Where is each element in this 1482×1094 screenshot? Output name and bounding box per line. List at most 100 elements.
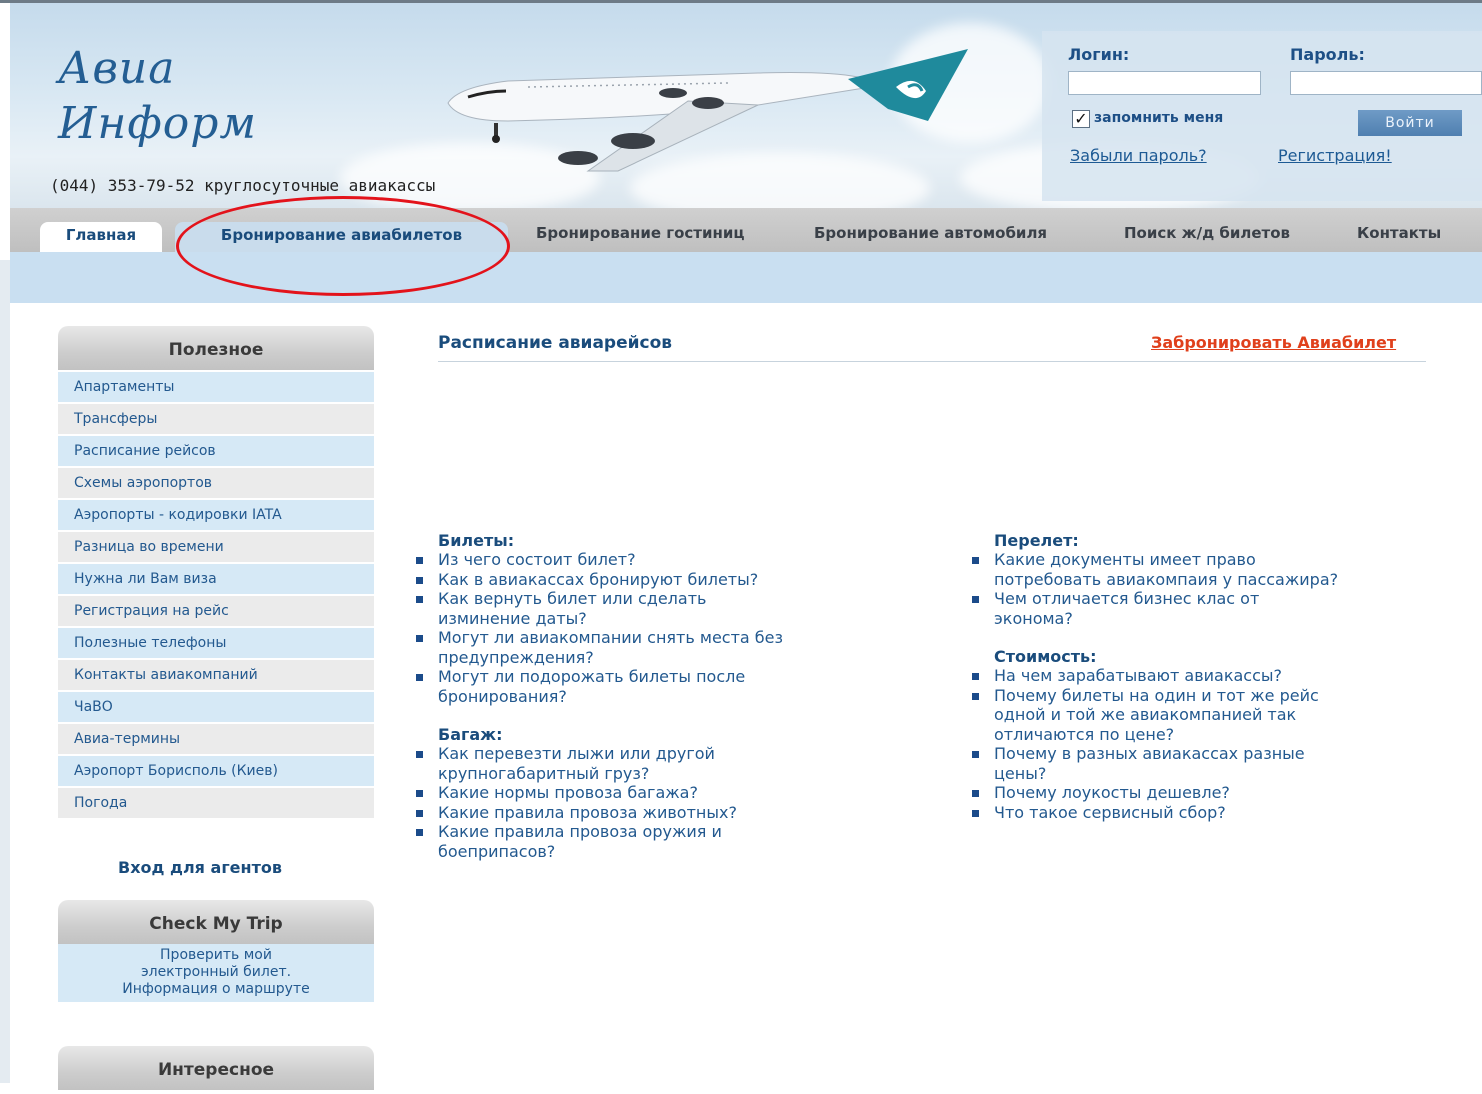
square-bullet-icon (416, 809, 423, 817)
square-bullet-icon (416, 635, 423, 642)
sidebar-useful-header: Полезное (58, 326, 374, 370)
faq-item[interactable]: Какие нормы провоза багажа? (416, 783, 908, 803)
sidebar-item-borispol-airport[interactable]: Аэропорт Борисполь (Киев) (58, 756, 374, 786)
page-title: Расписание авиарейсов (438, 333, 673, 353)
square-bullet-icon (972, 790, 979, 797)
nav-train-tickets[interactable]: Поиск ж/д билетов (1124, 224, 1290, 242)
remember-label: запомнить меня (1094, 110, 1224, 126)
faq-item-text: Могут ли подорожать билеты после (438, 667, 746, 686)
faq-item[interactable]: Из чего состоит билет? (416, 550, 908, 570)
faq-item[interactable]: Какие правила провоза оружия и боеприпасо… (416, 822, 908, 861)
faq-item-text: эконома? (994, 608, 1073, 628)
faq-item[interactable]: Чем отличается бизнес клас от эконома? (972, 589, 1434, 628)
faq-item[interactable]: Почему билеты на один и тот же рейс одной… (972, 685, 1434, 745)
faq-item-text: крупногабаритный груз? (438, 763, 650, 783)
left-edge-bar (0, 260, 10, 1083)
square-bullet-icon (972, 673, 979, 680)
faq-item-text: Как в авиакассах бронируют билеты? (438, 569, 759, 589)
faq-item-text: боеприпасов? (438, 841, 556, 861)
faq-list: Из чего состоит билет? Как в авиакассах … (416, 550, 908, 706)
faq-item-text: Какие нормы провоза багажа? (438, 783, 698, 802)
sidebar-item-airline-contacts[interactable]: Контакты авиакомпаний (58, 660, 374, 690)
login-label: Логин: (1068, 45, 1130, 64)
agents-login-link[interactable]: Вход для агентов (58, 858, 342, 877)
square-bullet-icon (972, 596, 979, 603)
checktrip-text-line: Проверить мой (160, 947, 272, 963)
faq-section-heading: Перелет: (994, 531, 1079, 550)
faq-item-text: Почему билеты на один и тот же рейс (994, 685, 1319, 705)
checkbox-check-icon: ✓ (1074, 109, 1088, 128)
faq-item-text: предупреждения? (438, 647, 594, 667)
square-bullet-icon (972, 809, 979, 817)
faq-section-heading: Стоимость: (994, 647, 1097, 666)
checktrip-text-line: Информация о маршруте (122, 981, 310, 997)
sidebar-item-aviation-terms[interactable]: Авиа-термины (58, 724, 374, 754)
square-bullet-icon (416, 790, 423, 797)
login-input[interactable] (1068, 71, 1261, 95)
faq-item[interactable]: Почему лоукосты дешевле? (972, 783, 1434, 803)
faq-item-text: Как перевезти лыжи или другой (438, 744, 715, 763)
sidebar-item-useful-phones[interactable]: Полезные телефоны (58, 628, 374, 658)
sidebar-item-time-difference[interactable]: Разница во времени (58, 532, 374, 562)
faq-item[interactable]: Могут ли подорожать билеты после брониров… (416, 667, 908, 706)
sidebar-item-faq[interactable]: ЧаВО (58, 692, 374, 722)
faq-item[interactable]: Какие документы имеет право потребовать а… (972, 550, 1434, 589)
login-form: Логин: Пароль: ✓ запомнить меня Войти За… (1042, 31, 1482, 201)
square-bullet-icon (416, 576, 423, 584)
square-bullet-icon (972, 692, 979, 700)
faq-item-text: Что такое сервисный сбор? (994, 802, 1226, 822)
sidebar-item-weather[interactable]: Погода (58, 788, 374, 818)
faq-list: Как перевезти лыжи или другой крупногабар… (416, 744, 908, 861)
faq-list: Какие документы имеет право потребовать а… (972, 550, 1434, 628)
logo-line-1: Авиа (58, 43, 176, 94)
remember-checkbox[interactable]: ✓ (1072, 110, 1090, 128)
faq-item[interactable]: Какие правила провоза животных? (416, 803, 908, 823)
faq-item-text: цены? (994, 763, 1047, 783)
logo-line-2: Информ (58, 98, 257, 149)
square-bullet-icon (416, 557, 423, 564)
faq-section-heading: Билеты: (438, 531, 515, 550)
faq-item-text: Из чего состоит билет? (438, 550, 636, 569)
sidebar-item-transfers[interactable]: Трансферы (58, 404, 374, 434)
faq-item[interactable]: Как вернуть билет или сделать изминение д… (416, 589, 908, 628)
square-bullet-icon (972, 751, 979, 758)
sidebar-item-airport-maps[interactable]: Схемы аэропортов (58, 468, 374, 498)
password-input[interactable] (1290, 71, 1482, 95)
faq-item[interactable]: Могут ли авиакомпании снять места без пре… (416, 628, 908, 667)
faq-item[interactable]: Как в авиакассах бронируют билеты? (416, 569, 908, 590)
faq-item-text: Могут ли авиакомпании снять места без (438, 628, 784, 647)
login-button[interactable]: Войти (1358, 110, 1462, 136)
sidebar-item-visa[interactable]: Нужна ли Вам виза (58, 564, 374, 594)
faq-item[interactable]: Почему в разных авиакассах разные цены? (972, 744, 1434, 783)
faq-item-text: Почему в разных авиакассах разные (994, 744, 1305, 763)
faq-item-text: Чем отличается бизнес клас от (994, 589, 1260, 608)
faq-item-text: На чем зарабатывают авиакассы? (994, 666, 1283, 685)
faq-section-heading: Багаж: (438, 725, 503, 744)
title-divider (438, 361, 1426, 362)
register-link[interactable]: Регистрация! (1278, 146, 1392, 165)
airplane-image (447, 49, 968, 172)
nav-car-booking[interactable]: Бронирование автомобиля (814, 224, 1047, 242)
book-ticket-link[interactable]: Забронировать Авиабилет (1151, 333, 1396, 352)
faq-column-left: Билеты: Из чего состоит билет? Как в ави… (416, 531, 908, 861)
sidebar-item-apartments[interactable]: Апартаменты (58, 372, 374, 402)
site-logo[interactable]: Авиа Информ (58, 41, 348, 151)
sidebar-interesting-header: Интересное (58, 1046, 374, 1090)
highlight-annotation (176, 196, 510, 296)
sidebar-item-check-in[interactable]: Регистрация на рейс (58, 596, 374, 626)
forgot-password-link[interactable]: Забыли пароль? (1070, 146, 1207, 165)
nav-contacts[interactable]: Контакты (1357, 224, 1441, 242)
sidebar-item-iata-codes[interactable]: Аэропорты - кодировки IATA (58, 500, 374, 530)
faq-item[interactable]: Как перевезти лыжи или другой крупногабар… (416, 744, 908, 783)
checktrip-link[interactable]: Проверить мой электронный билет. Информа… (58, 944, 374, 1002)
sidebar-item-flight-schedule[interactable]: Расписание рейсов (58, 436, 374, 466)
faq-item-text: отличаются по цене? (994, 724, 1175, 744)
faq-item[interactable]: На чем зарабатывают авиакассы? (972, 666, 1434, 686)
faq-column-right: Перелет: Какие документы имеет право потр… (972, 531, 1434, 823)
faq-item-text: одной и той же авиакомпанией так (994, 705, 1297, 724)
faq-item-text: Какие документы имеет право (994, 550, 1256, 569)
faq-item[interactable]: Что такое сервисный сбор? (972, 802, 1434, 823)
nav-hotel-booking[interactable]: Бронирование гостиниц (536, 224, 745, 242)
faq-item-text: потребовать авиакомпаия у пассажира? (994, 569, 1339, 589)
checktrip-header: Check My Trip (58, 900, 374, 944)
